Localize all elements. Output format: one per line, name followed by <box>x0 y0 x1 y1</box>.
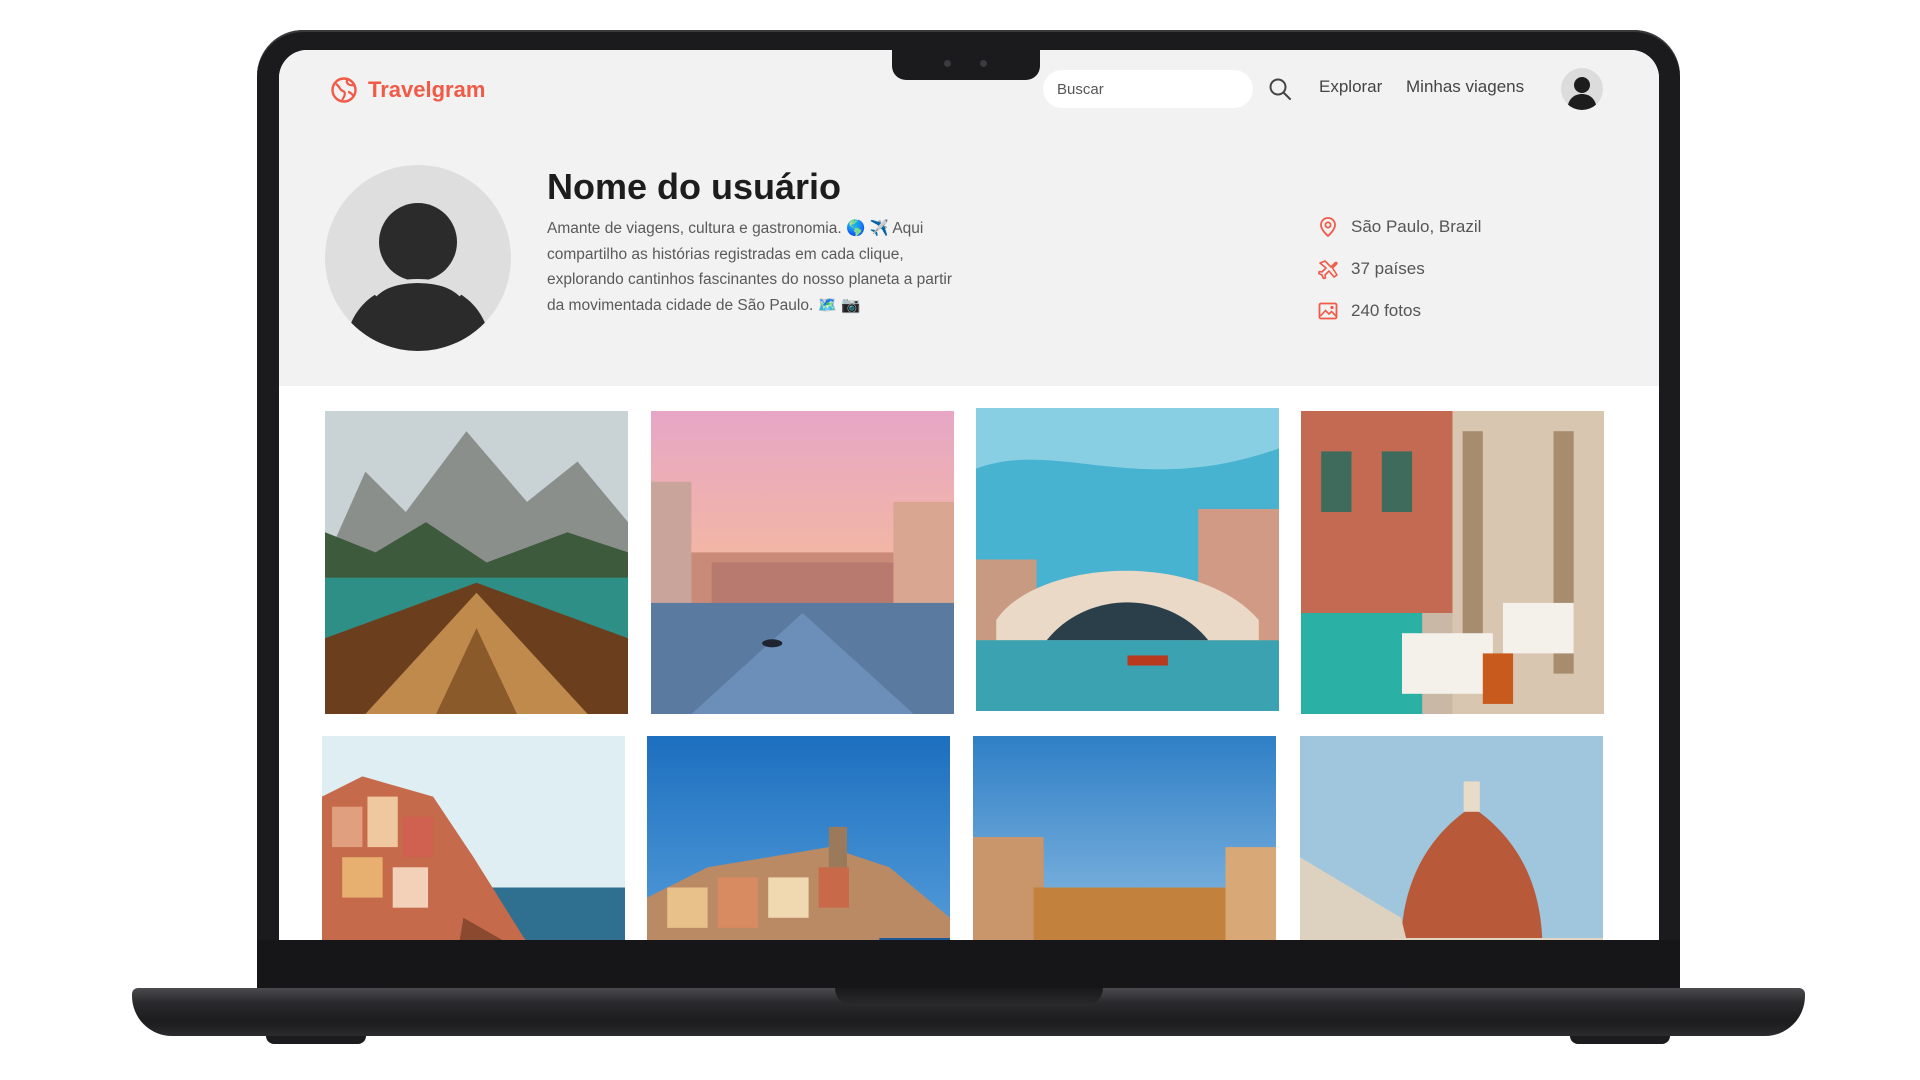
user-icon <box>1567 77 1597 110</box>
nav-explore-link[interactable]: Explorar <box>1319 77 1382 97</box>
venice-restaurant-photo <box>1301 411 1604 714</box>
manarola-cliffs-photo <box>322 736 625 940</box>
photo-tile[interactable] <box>322 736 625 940</box>
globe-icon <box>331 77 357 103</box>
photo-tile[interactable] <box>647 736 950 940</box>
user-avatar-button[interactable] <box>1561 68 1603 110</box>
brand-logo[interactable]: Travelgram <box>330 76 485 104</box>
photo-tile[interactable] <box>651 411 954 714</box>
laptop-bottom-bezel <box>257 940 1680 990</box>
laptop-foot-left <box>266 1036 366 1044</box>
user-silhouette-icon <box>345 203 491 351</box>
photo-tile[interactable] <box>325 411 628 714</box>
nav-my-trips-link[interactable]: Minhas viagens <box>1406 77 1524 97</box>
photo-tile[interactable] <box>973 736 1276 940</box>
laptop-screen: Travelgram Explorar Minhas viagens Nome … <box>279 50 1659 940</box>
photo-tile[interactable] <box>1301 411 1604 714</box>
laptop-foot-right <box>1570 1036 1670 1044</box>
camera-dot-icon <box>944 60 951 67</box>
photo-tile[interactable] <box>1300 736 1603 940</box>
profile-avatar <box>325 165 511 351</box>
stat-location-text: São Paulo, Brazil <box>1351 217 1482 236</box>
stat-photos: 240 fotos <box>1317 290 1481 332</box>
profile-bio: Amante de viagens, cultura e gastronomia… <box>547 220 952 314</box>
laptop-base-notch <box>835 988 1103 1006</box>
lake-boat-photo <box>325 411 628 714</box>
location-pin-icon <box>1320 217 1336 238</box>
stat-location: São Paulo, Brazil <box>1317 206 1481 248</box>
vernazza-coast-photo <box>647 736 950 940</box>
sensor-dot-icon <box>980 60 987 67</box>
ponte-vecchio-photo <box>973 736 1276 940</box>
rialto-bridge-photo <box>976 408 1279 711</box>
stat-photos-text: 240 fotos <box>1351 301 1421 320</box>
florence-duomo-photo <box>1300 736 1603 940</box>
stat-countries-text: 37 países <box>1351 259 1425 278</box>
airplane-icon <box>1318 260 1338 280</box>
profile-stats: São Paulo, Brazil 37 países 240 fotos <box>1317 206 1481 332</box>
brand-name: Travelgram <box>368 77 486 102</box>
profile-header-area: Travelgram Explorar Minhas viagens Nome … <box>279 50 1659 386</box>
camera-notch <box>892 50 1040 80</box>
photo-tile[interactable] <box>976 408 1279 711</box>
stat-countries: 37 países <box>1317 248 1481 290</box>
venice-canal-sunset-photo <box>651 411 954 714</box>
profile-name: Nome do usuário <box>547 166 842 207</box>
search-icon[interactable] <box>1268 77 1292 101</box>
image-icon <box>1318 302 1338 320</box>
search-input[interactable] <box>1043 70 1253 108</box>
